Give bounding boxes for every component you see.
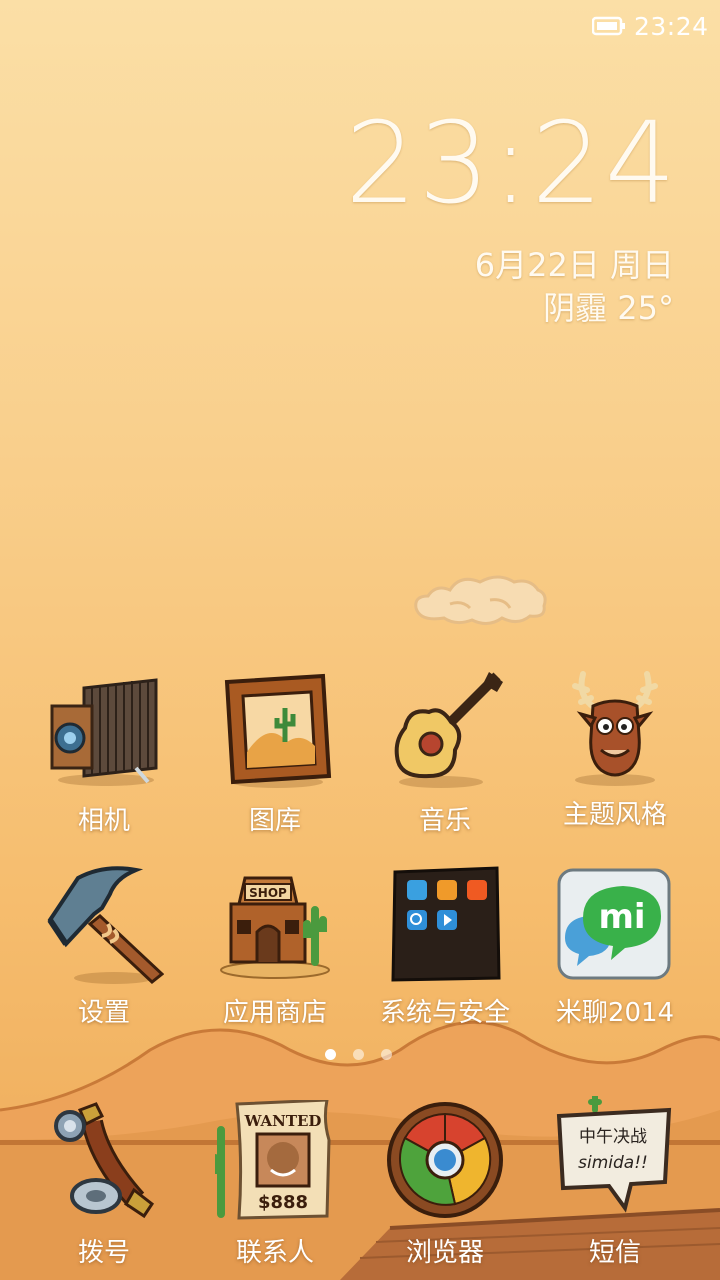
- app-label: 设置: [77, 998, 130, 1028]
- page-indicator[interactable]: [320, 1049, 400, 1063]
- settings-icon: [47, 866, 164, 984]
- battery-icon: [592, 16, 625, 36]
- app-music[interactable]: 音乐: [360, 672, 530, 852]
- app-miliao[interactable]: mi 米聊2014: [530, 864, 700, 1044]
- svg-text:mi: mi: [598, 897, 645, 937]
- app-label: 相机: [77, 806, 130, 836]
- system-folder-icon: [391, 866, 501, 982]
- app-settings[interactable]: 设置: [19, 864, 189, 1044]
- cloud-decoration: [414, 575, 547, 625]
- phone-icon: [54, 1102, 155, 1219]
- miliao-icon: mi: [557, 868, 671, 980]
- dock-phone[interactable]: 拨号: [19, 1100, 189, 1280]
- browser-icon: [387, 1102, 503, 1218]
- app-label: 米聊2014: [555, 998, 675, 1028]
- app-camera[interactable]: 相机: [19, 672, 189, 852]
- status-bar: 23:24: [0, 0, 720, 52]
- gallery-icon: [224, 673, 332, 788]
- svg-text:中午决战: 中午决战: [579, 1127, 647, 1147]
- svg-text:WANTED: WANTED: [244, 1112, 322, 1130]
- svg-text:simida!!: simida!!: [578, 1153, 648, 1173]
- page-dot[interactable]: [353, 1049, 364, 1060]
- dock-messages[interactable]: 中午决战 simida!! 短信: [530, 1084, 700, 1268]
- theme-icon: [572, 671, 658, 786]
- app-gallery[interactable]: 图库: [190, 672, 360, 852]
- clock-time: 23:24: [345, 99, 678, 229]
- clock-weather: 阴霾 25°: [543, 289, 674, 327]
- app-label: 主题风格: [562, 800, 667, 830]
- dock-browser[interactable]: 浏览器: [360, 1100, 530, 1280]
- app-store-icon: SHOP: [220, 876, 330, 979]
- app-label: 短信: [588, 1238, 641, 1268]
- page-dot[interactable]: [325, 1049, 336, 1060]
- app-label: 音乐: [418, 806, 471, 836]
- app-system-folder[interactable]: 系统与安全: [360, 864, 530, 1044]
- app-label: 联系人: [235, 1238, 314, 1268]
- app-label: 图库: [248, 806, 301, 836]
- app-theme[interactable]: 主题风格: [530, 666, 700, 846]
- contacts-icon: WANTED $888: [215, 1100, 331, 1220]
- app-label: 浏览器: [405, 1238, 484, 1268]
- dock-contacts[interactable]: WANTED $888 联系人: [190, 1100, 360, 1280]
- status-time: 23:24: [634, 12, 709, 41]
- clock-date: 6月22日 周日: [474, 246, 674, 284]
- app-store[interactable]: SHOP 应用商店: [190, 864, 360, 1044]
- svg-text:SHOP: SHOP: [249, 886, 287, 900]
- app-label: 拨号: [77, 1238, 130, 1268]
- app-label: 应用商店: [222, 998, 327, 1028]
- page-dot[interactable]: [381, 1049, 392, 1060]
- messages-icon: 中午决战 simida!!: [556, 1096, 672, 1213]
- music-icon: [394, 672, 503, 788]
- svg-text:$888: $888: [258, 1192, 308, 1213]
- app-label: 系统与安全: [379, 998, 510, 1028]
- camera-icon: [50, 678, 158, 786]
